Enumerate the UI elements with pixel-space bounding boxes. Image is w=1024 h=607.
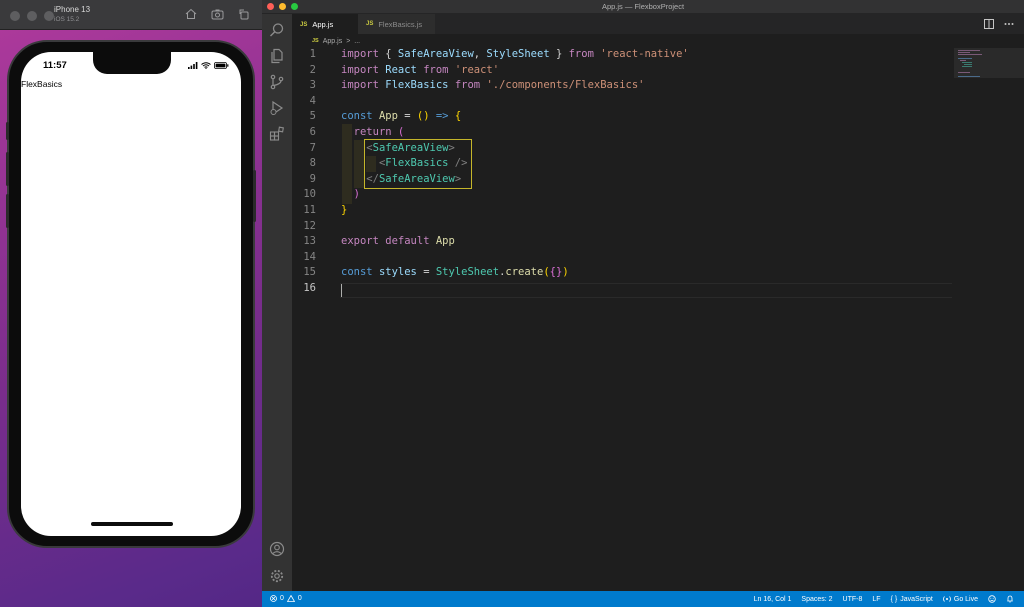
simulator-window-controls[interactable]: [10, 11, 54, 21]
rotate-icon[interactable]: [238, 8, 250, 20]
bell-icon[interactable]: [1006, 595, 1014, 603]
simulator-os-version: iOS 15.2: [54, 16, 80, 23]
go-live-label: Go Live: [953, 595, 978, 603]
minimap[interactable]: [954, 48, 1024, 591]
line-number-active: 16: [303, 282, 316, 294]
js-file-icon: JS: [300, 21, 308, 28]
vscode-window: App.js — FlexboxProject JS App.js JS Fle…: [262, 0, 1024, 607]
breadcrumb-symbol[interactable]: ...: [354, 38, 360, 45]
run-debug-icon[interactable]: [269, 100, 285, 116]
language-label: JavaScript: [900, 595, 933, 603]
breadcrumb-file[interactable]: App.js: [323, 38, 342, 45]
code-line: }: [341, 204, 348, 216]
window-title: App.js — FlexboxProject: [601, 2, 685, 11]
code-line: import { SafeAreaView, StyleSheet } from…: [341, 48, 689, 60]
line-number: 12: [303, 219, 316, 232]
code-line: <SafeAreaView>: [366, 141, 455, 154]
split-editor-icon[interactable]: [984, 19, 994, 29]
warning-count: 0: [297, 595, 302, 602]
vscode-titlebar: App.js — FlexboxProject: [262, 0, 1024, 14]
indentation-setting[interactable]: Spaces: 2: [801, 596, 832, 603]
simulator-device-name: iPhone 13: [54, 5, 91, 14]
search-icon[interactable]: [269, 22, 285, 38]
line-number: 13: [303, 235, 316, 248]
power-button: [253, 170, 256, 222]
simulator-zoom-button[interactable]: [44, 11, 54, 21]
gear-icon[interactable]: [269, 568, 285, 584]
error-icon: [270, 595, 277, 602]
tab-flexbasics-js[interactable]: JS FlexBasics.js: [358, 14, 436, 34]
home-indicator[interactable]: [91, 522, 173, 526]
language-mode[interactable]: { } JavaScript: [891, 596, 933, 603]
js-file-icon: JS: [366, 21, 374, 27]
account-icon[interactable]: [269, 541, 285, 557]
go-live-button[interactable]: Go Live: [942, 595, 978, 603]
line-number: 6: [309, 126, 316, 138]
braces-icon: { }: [890, 595, 898, 603]
code-line: import React from 'react': [341, 63, 500, 76]
tab-app-js[interactable]: JS App.js: [292, 14, 358, 34]
line-number: 11: [303, 204, 316, 216]
line-number: 14: [303, 250, 316, 263]
more-actions-icon[interactable]: [1004, 19, 1014, 29]
source-control-icon[interactable]: [269, 74, 285, 90]
line-number: 10: [303, 188, 316, 201]
breadcrumb-separator: >: [346, 37, 351, 45]
simulator-minimize-button[interactable]: [27, 11, 37, 21]
js-file-icon: JS: [312, 38, 319, 44]
signal-icon: [188, 62, 198, 69]
line-number: 9: [309, 172, 316, 185]
flexbasics-text: FlexBasics: [21, 79, 63, 89]
error-count: 0: [280, 595, 284, 602]
code-line: const App = () => {: [341, 110, 462, 123]
current-line-highlight: [340, 283, 952, 298]
line-number: 5: [309, 110, 316, 123]
volume-down-button: [6, 194, 9, 228]
code-line: ): [353, 188, 360, 201]
extensions-icon[interactable]: [269, 126, 285, 142]
volume-up-button: [6, 152, 9, 186]
wifi-icon: [201, 62, 211, 69]
home-icon[interactable]: [185, 8, 197, 20]
problems-indicator[interactable]: 0 0: [270, 595, 302, 602]
iphone-screen[interactable]: 11:57 FlexBasics: [21, 52, 241, 536]
simulator-close-button[interactable]: [10, 11, 20, 21]
line-number: 8: [309, 157, 316, 170]
code-line: export default App: [341, 235, 455, 248]
code-line: import FlexBasics from './components/Fle…: [341, 79, 645, 92]
line-number: 3: [309, 79, 316, 92]
battery-icon: [214, 62, 229, 69]
warning-icon: [286, 595, 295, 602]
silent-switch: [6, 122, 9, 140]
code-editor[interactable]: 1 2 3 4 5 6 7 8 9 10 11 12 13 14 15 16 i…: [292, 48, 984, 591]
status-icons: [188, 62, 229, 69]
broadcast-icon: [942, 596, 951, 602]
tab-label: FlexBasics.js: [378, 19, 423, 29]
code-line: const styles = StyleSheet.create({}): [341, 266, 569, 279]
status-time: 11:57: [43, 60, 67, 71]
line-number: 7: [309, 141, 316, 154]
line-number: 15: [303, 266, 316, 279]
code-line: <FlexBasics />: [378, 157, 468, 170]
encoding-setting[interactable]: UTF-8: [843, 596, 863, 603]
breadcrumb[interactable]: JS App.js > ...: [292, 34, 992, 48]
notch: [93, 52, 171, 74]
line-number: 2: [309, 63, 316, 76]
line-number: 1: [309, 48, 316, 60]
simulator-toolbar: iPhone 13 iOS 15.2: [0, 0, 262, 30]
iphone-device-frame: 11:57 FlexBasics: [6, 40, 256, 548]
feedback-icon[interactable]: [988, 595, 996, 603]
eol-setting[interactable]: LF: [872, 596, 880, 603]
status-bar: 0 0 Ln 16, Col 1 Spaces: 2 UTF-8 LF { } …: [262, 591, 1024, 607]
tab-label: App.js: [312, 20, 334, 29]
code-line: return (: [353, 126, 405, 138]
line-number: 4: [309, 94, 316, 107]
screenshot-icon[interactable]: [211, 8, 224, 20]
code-line: </SafeAreaView>: [366, 172, 462, 185]
text-cursor: [341, 284, 342, 297]
editor-tab-bar: JS App.js JS FlexBasics.js: [292, 14, 1024, 34]
cursor-position[interactable]: Ln 16, Col 1: [754, 596, 792, 603]
explorer-icon[interactable]: [269, 48, 285, 64]
